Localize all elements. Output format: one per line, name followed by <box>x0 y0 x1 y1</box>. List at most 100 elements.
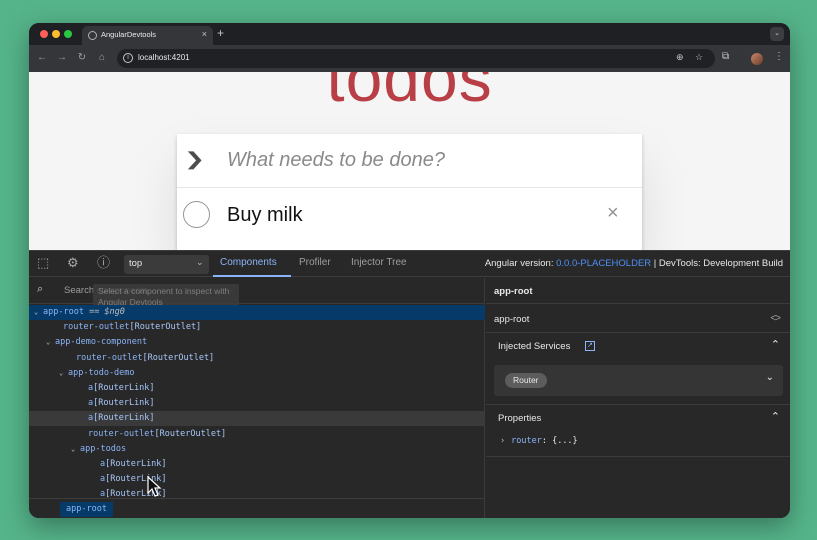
component-tree: ⌄ app-root == $ng0 router-outlet[RouterOut… <box>29 305 485 498</box>
tree-node-ng0-ref: == $ng0 <box>83 307 125 317</box>
toggle-all-chevron-icon[interactable]: ❯ <box>184 149 205 170</box>
extensions-icon[interactable]: ⧉ <box>722 51 729 62</box>
tree-node-directive: [RouterLink] <box>93 413 155 424</box>
property-value: : {...} <box>541 436 578 446</box>
bookmark-star-icon[interactable]: ☆ <box>695 52 703 63</box>
todo-label: Buy milk <box>227 204 303 226</box>
tab-search-button[interactable]: ⌄ <box>770 27 784 41</box>
todo-app-card: ❯ What needs to be done? Buy milk × <box>177 134 642 250</box>
tree-node-directive: [RouterLink] <box>93 383 155 393</box>
tree-node-row[interactable]: router-outlet[RouterOutlet] <box>29 427 485 442</box>
tree-node-directive: [RouterLink] <box>105 459 167 469</box>
delete-todo-icon[interactable]: × <box>607 202 619 225</box>
view-source-icon[interactable]: <> <box>770 313 781 324</box>
details-header: app-root <box>486 278 790 304</box>
frame-select-value: top <box>129 258 143 269</box>
tree-node-row[interactable]: a[RouterLink] <box>29 396 485 411</box>
component-row: app-root <> <box>486 305 790 333</box>
search-row: ⌕ Select a component to inspect with Ang… <box>29 278 485 309</box>
profile-avatar[interactable] <box>751 53 763 65</box>
globe-icon <box>88 31 97 40</box>
expand-chevron-icon[interactable]: ⌄ <box>46 335 55 350</box>
page-viewport: todos ❯ What needs to be done? Buy milk … <box>29 72 790 250</box>
new-todo-input[interactable]: What needs to be done? <box>227 149 445 172</box>
devtools-toolbar: ⬚ ⚙ ⓘ top ⌄ Components Profiler Injector… <box>29 251 790 277</box>
address-bar[interactable]: i localhost:4201 ⊕ ☆ <box>117 49 715 68</box>
chevron-up-icon[interactable]: ⌃ <box>771 410 780 423</box>
frame-select[interactable]: top ⌄ <box>124 255 209 274</box>
url-text: localhost:4201 <box>138 53 190 62</box>
tree-node-directive: [RouterOutlet] <box>129 322 202 333</box>
maximize-window-button[interactable] <box>64 30 72 38</box>
browser-tab[interactable]: AngularDevtools × <box>82 26 213 45</box>
breadcrumb: app-root <box>29 498 485 518</box>
tab-close-icon[interactable]: × <box>202 29 207 39</box>
expand-chevron-icon[interactable]: ⌄ <box>59 366 68 381</box>
tree-node-row[interactable]: ⌄ app-todos <box>29 442 485 457</box>
angular-devtools-panel: ⬚ ⚙ ⓘ top ⌄ Components Profiler Injector… <box>29 250 790 518</box>
menu-kebab-icon[interactable]: ⋮ <box>774 51 784 62</box>
close-window-button[interactable] <box>40 30 48 38</box>
properties-title: Properties <box>498 413 542 424</box>
tree-node-row[interactable]: a[RouterLink] <box>29 381 485 396</box>
zoom-icon[interactable]: ⊕ <box>676 52 684 63</box>
tree-node-row[interactable]: a[RouterLink] <box>29 411 485 427</box>
expand-chevron-icon[interactable]: ⌄ <box>71 442 80 457</box>
tree-node-name: app-todos <box>80 443 127 454</box>
tab-title: AngularDevtools <box>101 30 157 39</box>
info-circle-icon[interactable]: ⓘ <box>97 256 110 270</box>
tab-components[interactable]: Components <box>220 257 277 268</box>
version-label: Angular version: <box>484 258 557 269</box>
build-label: | DevTools: Development Build <box>651 258 783 269</box>
component-name: app-root <box>494 314 530 325</box>
property-row[interactable]: › router: {...} <box>500 436 578 446</box>
gear-icon[interactable]: ⚙ <box>67 256 79 270</box>
properties-header[interactable]: Properties ⌃ <box>486 407 790 429</box>
home-icon[interactable]: ⌂ <box>96 51 108 65</box>
browser-toolbar: ← → ↻ ⌂ i localhost:4201 ⊕ ☆ ⧉ ⋮ <box>29 45 790 72</box>
expand-arrow-icon[interactable]: › <box>500 436 505 446</box>
mouse-pointer-icon <box>147 476 162 497</box>
version-link[interactable]: 0.0.0-PLACEHOLDER <box>556 258 651 269</box>
injected-services-title: Injected Services <box>498 341 571 352</box>
active-tab-indicator <box>213 275 291 277</box>
tree-node-row[interactable]: ⌄ app-demo-component <box>29 335 485 350</box>
tree-node-row[interactable]: router-outlet[RouterOutlet] <box>29 320 485 335</box>
tree-node-row[interactable]: a[RouterLink] <box>29 472 485 487</box>
tree-node-name: router-outlet <box>76 352 143 363</box>
reload-icon[interactable]: ↻ <box>76 51 88 65</box>
service-chip: Router <box>505 373 547 388</box>
tree-node-directive: [RouterOutlet] <box>142 352 215 363</box>
todos-heading: todos <box>326 72 493 115</box>
details-pane: app-root app-root <> Injected Services ↗… <box>486 278 790 518</box>
section-divider <box>486 456 790 457</box>
search-icon: ⌕ <box>37 283 44 295</box>
chevron-down-icon[interactable]: ⌄ <box>766 372 774 383</box>
details-title: app-root <box>494 286 533 297</box>
tree-node-row[interactable]: ⌄ app-root == $ng0 <box>29 305 485 320</box>
chevron-up-icon[interactable]: ⌃ <box>771 338 780 351</box>
component-tree-pane: ⌕ Select a component to inspect with Ang… <box>29 278 485 518</box>
todo-toggle-checkbox[interactable] <box>183 201 210 228</box>
tab-injector-tree[interactable]: Injector Tree <box>351 257 407 268</box>
service-item[interactable]: Router ⌄ <box>494 365 783 396</box>
chevron-down-icon: ⌄ <box>196 257 204 267</box>
tree-node-row[interactable]: a[RouterLink] <box>29 487 485 498</box>
injected-services-header[interactable]: Injected Services ↗ ⌃ <box>486 335 790 357</box>
forward-arrow-icon[interactable]: → <box>56 51 68 65</box>
todo-item[interactable]: Buy milk × <box>177 189 642 244</box>
tree-node-row[interactable]: router-outlet[RouterOutlet] <box>29 351 485 366</box>
tree-node-row[interactable]: a[RouterLink] <box>29 457 485 472</box>
open-external-icon[interactable]: ↗ <box>585 341 595 351</box>
breadcrumb-item[interactable]: app-root <box>60 502 113 517</box>
tab-profiler[interactable]: Profiler <box>299 257 331 268</box>
tree-node-name: app-demo-component <box>55 337 148 348</box>
info-icon[interactable]: i <box>123 53 133 63</box>
inspect-element-icon[interactable]: ⬚ <box>37 256 49 270</box>
new-tab-button[interactable]: + <box>217 26 224 40</box>
minimize-window-button[interactable] <box>52 30 60 38</box>
expand-chevron-icon[interactable]: ⌄ <box>34 305 43 320</box>
version-info: Angular version: 0.0.0-PLACEHOLDER | Dev… <box>485 258 783 269</box>
tree-node-row[interactable]: ⌄ app-todo-demo <box>29 366 485 381</box>
back-arrow-icon[interactable]: ← <box>36 51 48 65</box>
